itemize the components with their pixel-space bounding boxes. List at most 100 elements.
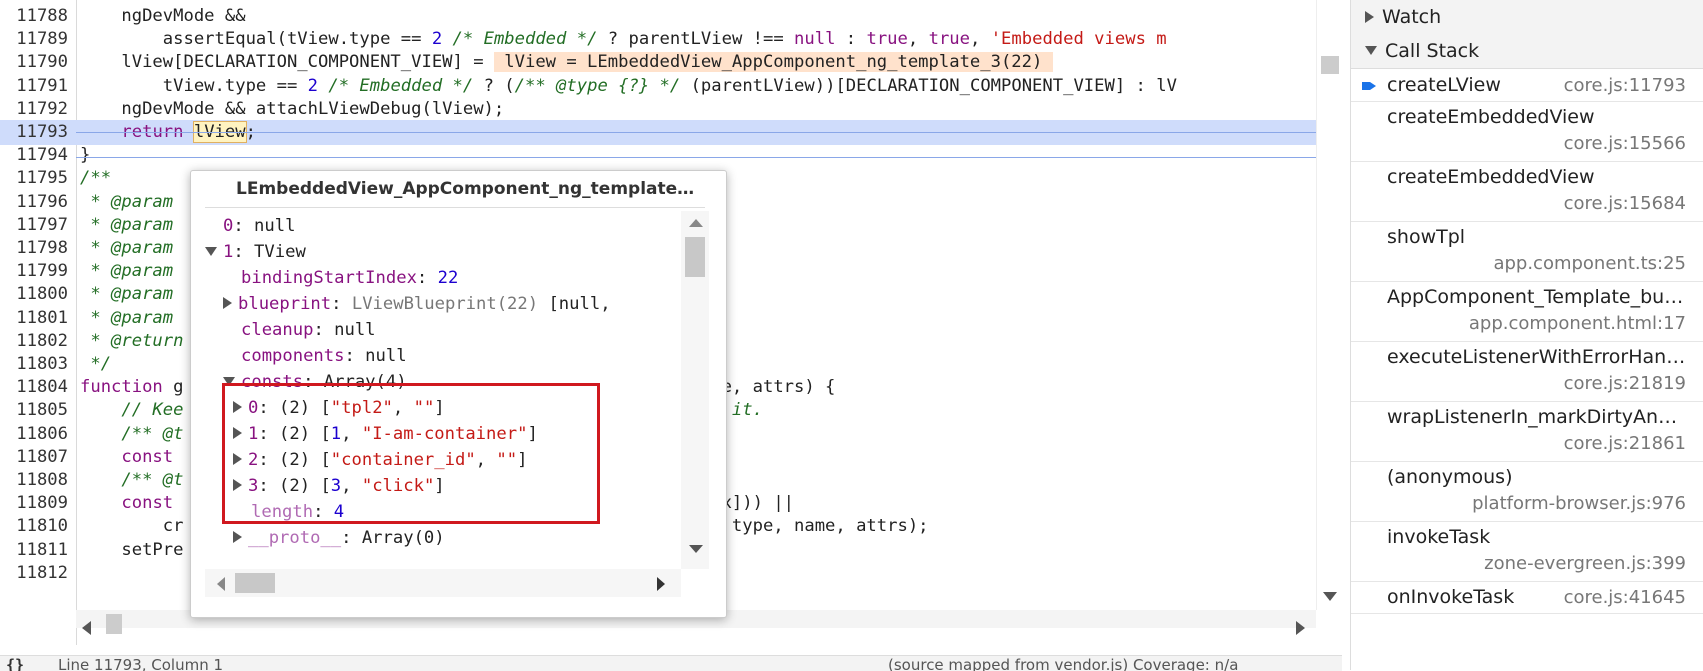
popover-vertical-scrollbar[interactable] [681,211,709,569]
call-frame[interactable]: onInvokeTask core.js:41645 [1351,581,1703,614]
property-text: 0 [248,398,259,418]
property-row[interactable]: 1: (2) [1, "I-am-container"] [233,421,538,447]
call-frame-location[interactable]: zone-evergreen.js:399 [1484,553,1686,574]
line-number[interactable]: 11796 [0,190,68,215]
hovered-token[interactable]: lView [192,121,247,143]
line-number[interactable]: 11808 [0,468,68,493]
line-number[interactable]: 11812 [0,561,68,586]
line-number[interactable]: 11791 [0,74,68,99]
call-frame[interactable]: (anonymous) platform-browser.js:976 [1351,461,1703,522]
line-number[interactable]: 11792 [0,97,68,122]
code-line[interactable]: 11793 return lView; [0,120,1316,145]
line-number[interactable]: 11811 [0,538,68,563]
call-frame-location[interactable]: core.js:41645 [1564,587,1686,608]
collapse-triangle-icon[interactable] [223,376,235,386]
expand-triangle-icon[interactable] [233,401,242,413]
property-row[interactable]: bindingStartIndex: 22 [241,265,458,291]
line-number[interactable]: 11804 [0,375,68,400]
source-map-info[interactable]: (source mapped from vendor.js) Coverage:… [888,656,1238,671]
code-line[interactable]: 11788 ngDevMode && [0,4,1316,29]
call-frame[interactable]: showTpl app.component.ts:25 [1351,221,1703,282]
editor-vertical-scroll-thumb[interactable] [1321,56,1339,74]
watch-section-header[interactable]: Watch [1351,0,1703,35]
line-number[interactable]: 11802 [0,329,68,354]
line-number[interactable]: 11803 [0,352,68,377]
code-text: ngDevMode && attachLViewDebug(lView); [80,97,504,122]
line-number[interactable]: 11793 [0,120,68,145]
call-frame-location[interactable]: core.js:21861 [1564,433,1686,454]
line-number[interactable]: 11788 [0,4,68,29]
object-property-tree[interactable]: 0: null 1: TView bindingStartIndex: 22 blue… [205,211,673,569]
line-number[interactable]: 11797 [0,213,68,238]
call-frame[interactable]: createEmbeddedView core.js:15566 [1351,101,1703,162]
call-frame-location[interactable]: core.js:15566 [1564,133,1686,154]
call-frame-location[interactable]: app.component.ts:25 [1493,253,1686,274]
code-line[interactable]: 11794} [0,143,1316,168]
code-line[interactable]: 11791 tView.type == 2 /* Embedded */ ? (… [0,74,1316,99]
collapse-triangle-icon[interactable] [205,246,217,256]
call-frame[interactable]: createLView core.js:11793 [1351,69,1703,102]
scroll-left-arrow-icon[interactable] [82,621,91,635]
line-number[interactable]: 11795 [0,166,68,191]
popover-vertical-scroll-thumb[interactable] [685,237,705,277]
line-number[interactable]: 11789 [0,27,68,52]
property-row[interactable]: 1: TView [205,239,306,265]
expand-triangle-icon[interactable] [233,479,242,491]
editor-vertical-scrollbar[interactable] [1316,0,1343,610]
code-token: const [121,493,174,514]
pretty-print-braces-icon[interactable]: {} [6,656,24,671]
expand-triangle-icon[interactable] [233,453,242,465]
scroll-right-arrow-icon[interactable] [1296,621,1305,635]
editor-horizontal-scroll-thumb[interactable] [106,614,122,634]
line-number[interactable]: 11805 [0,398,68,423]
line-number[interactable]: 11798 [0,236,68,261]
property-row[interactable]: 0: null [223,213,295,239]
property-row[interactable]: __proto__: Array(0) [233,525,445,551]
expand-triangle-icon[interactable] [223,297,232,309]
call-frame[interactable]: AppComponent_Template_bu… app.component.h… [1351,281,1703,342]
popover-scroll-left-icon[interactable] [217,577,225,591]
code-line[interactable]: 11790 lView[DECLARATION_COMPONENT_VIEW] … [0,50,1316,75]
property-row[interactable]: consts: Array(4) [223,369,407,395]
property-row[interactable]: blueprint: LViewBlueprint(22) [null, [223,291,611,317]
code-token: /** [80,168,112,189]
expand-triangle-icon[interactable] [233,427,242,439]
line-number[interactable]: 11807 [0,445,68,470]
property-row[interactable]: cleanup: null [241,317,376,343]
line-number[interactable]: 11810 [0,514,68,539]
scroll-down-arrow-icon[interactable] [1323,592,1337,601]
code-line[interactable]: 11792 ngDevMode && attachLViewDebug(lVie… [0,97,1316,122]
popover-horizontal-scrollbar[interactable] [205,569,681,597]
code-line[interactable]: 11789 assertEqual(tView.type == 2 /* Emb… [0,27,1316,52]
code-token: /** @type {?} */ [514,75,681,96]
line-number[interactable]: 11790 [0,50,68,75]
call-frame-location[interactable]: platform-browser.js:976 [1472,493,1686,514]
expand-triangle-icon[interactable] [233,531,242,543]
call-frame[interactable]: executeListenerWithErrorHan… core.js:2181… [1351,341,1703,402]
popover-scroll-right-icon[interactable] [657,577,665,591]
property-row[interactable]: 2: (2) ["container_id", ""] [233,447,527,473]
property-row[interactable]: length: 4 [251,499,344,525]
call-frame-location[interactable]: app.component.html:17 [1469,313,1686,334]
line-number[interactable]: 11799 [0,259,68,284]
property-row[interactable]: 0: (2) ["tpl2", ""] [233,395,445,421]
line-number[interactable]: 11801 [0,306,68,331]
call-frame-location[interactable]: core.js:15684 [1564,193,1686,214]
call-stack-section-header[interactable]: Call Stack [1351,34,1703,69]
call-frame-location[interactable]: core.js:11793 [1564,75,1686,96]
line-number[interactable]: 11794 [0,143,68,168]
property-row[interactable]: components: null [241,343,407,369]
call-frame-location[interactable]: core.js:21819 [1564,373,1686,394]
call-frame[interactable]: invokeTask zone-evergreen.js:399 [1351,521,1703,582]
popover-scroll-up-icon[interactable] [689,219,703,227]
popover-horizontal-scroll-thumb[interactable] [235,573,275,593]
line-number[interactable]: 11809 [0,491,68,516]
line-number[interactable]: 11806 [0,422,68,447]
variable-preview-popover[interactable]: LEmbeddedView_AppComponent_ng_template_…… [190,170,727,618]
property-text: 1 [248,424,259,444]
call-frame[interactable]: wrapListenerIn_markDirtyAnd… core.js:2186… [1351,401,1703,462]
line-number[interactable]: 11800 [0,282,68,307]
popover-scroll-down-icon[interactable] [689,545,703,553]
property-row[interactable]: 3: (2) [3, "click"] [233,473,445,499]
call-frame[interactable]: createEmbeddedView core.js:15684 [1351,161,1703,222]
